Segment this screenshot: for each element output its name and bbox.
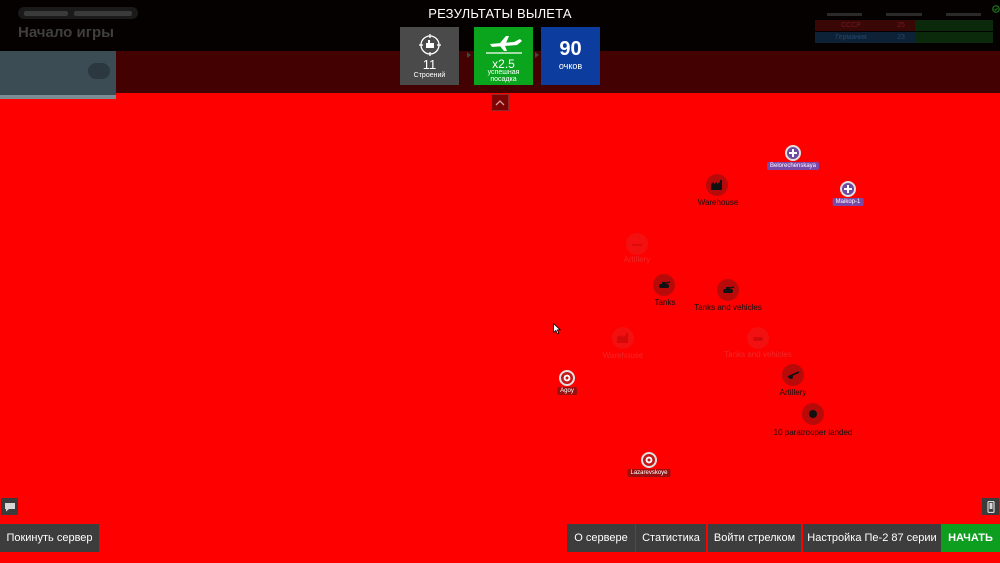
chat-icon — [4, 502, 15, 511]
paratrooper-icon[interactable] — [802, 403, 824, 425]
airfield-star-icon[interactable] — [559, 370, 575, 386]
marker-label-faint-tanks-vehicles: Tanks and vehicles — [724, 350, 792, 359]
chevron-right-icon — [467, 52, 471, 58]
tank-icon — [747, 327, 769, 349]
plane-landing-icon — [474, 33, 533, 57]
marker-label-artillery: Artillery — [779, 388, 807, 397]
tank-icon[interactable] — [717, 279, 739, 301]
marker-label-faint-warehouse: Warehouse — [602, 351, 644, 360]
scoreboard-row-ussr: СССР 25 — [815, 20, 993, 31]
phone-icon — [986, 500, 995, 513]
mouse-cursor-icon — [553, 322, 562, 340]
leave-server-button[interactable]: Покинуть сервер — [0, 524, 99, 552]
base-label-maikop: Maikop-1 — [832, 198, 864, 206]
tank-icon[interactable] — [653, 274, 675, 296]
factory-icon[interactable] — [706, 174, 728, 196]
scoreboard: СССР 25 Германия 23 — [815, 11, 993, 43]
points-label: очков — [558, 61, 583, 71]
chevron-up-icon — [495, 99, 505, 105]
marker-label-tanks-vehicles: Tanks and vehicles — [694, 303, 762, 312]
points-value: 90 — [559, 38, 582, 60]
points-card: 90 очков — [541, 27, 600, 85]
about-server-button[interactable]: О сервере — [567, 524, 635, 552]
airfield-cross-icon[interactable] — [785, 145, 801, 161]
landing-label: успешная посадка — [487, 69, 520, 83]
mission-map[interactable] — [0, 93, 1000, 563]
join-as-gunner-button[interactable]: Войти стрелком — [708, 524, 801, 552]
minimap[interactable] — [0, 51, 116, 99]
base-label-belorechenskaya: Belorechenskaya — [766, 162, 820, 170]
chevron-right-icon — [535, 52, 539, 58]
marker-label-faint-artillery: Artillery — [623, 255, 651, 264]
artillery-icon — [626, 233, 648, 255]
base-label-lazarevskoye: Lazarevskoye — [627, 469, 671, 477]
airfield-star-icon[interactable] — [641, 452, 657, 468]
airfield-cross-icon[interactable] — [840, 181, 856, 197]
artillery-icon[interactable] — [782, 364, 804, 386]
scoreboard-row-germany: Германия 23 — [815, 32, 993, 43]
buildings-card: 11 Строений — [400, 27, 459, 85]
buildings-label: Строений — [413, 72, 446, 79]
page-title: Начало игры — [18, 24, 114, 41]
base-label-agoy: Agoy — [557, 387, 577, 395]
buildings-value: 11 — [422, 57, 437, 72]
marker-label-warehouse: Warehouse — [697, 198, 739, 207]
start-button[interactable]: НАЧАТЬ — [941, 524, 1000, 552]
landing-card: x2.5 успешная посадка — [474, 27, 533, 85]
collapse-results-button[interactable] — [491, 94, 509, 111]
marker-label-tanks: Tanks — [654, 298, 676, 307]
marker-label-paratrooper: 10 paratrooper landed — [773, 428, 853, 437]
factory-icon — [612, 327, 634, 349]
aircraft-setup-button[interactable]: Настройка Пе-2 87 серии — [803, 524, 941, 552]
mobile-device-button[interactable] — [982, 498, 999, 515]
building-target-icon — [400, 33, 459, 57]
statistics-button[interactable]: Статистика — [636, 524, 706, 552]
chat-button[interactable] — [1, 498, 18, 515]
